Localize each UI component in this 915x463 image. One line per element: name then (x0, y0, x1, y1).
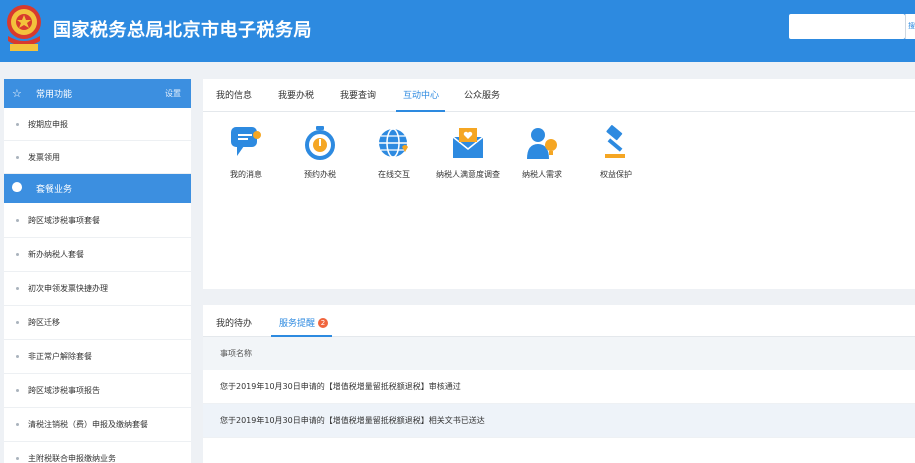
tab-service-reminders[interactable]: 服务提醒 2 (279, 316, 329, 329)
sidebar-item[interactable]: 跨区域涉税事项报告 (4, 374, 191, 408)
header-bar: 国家税务总局北京市电子税务局 搜 (0, 0, 915, 62)
sidebar-item[interactable]: 跨区域涉税事项套餐 (4, 203, 191, 238)
active-tab-indicator (271, 335, 332, 337)
tab-my-todo[interactable]: 我的待办 (216, 316, 252, 329)
sidebar-item[interactable]: 发票领用 (4, 141, 191, 174)
service-satisfaction-survey[interactable]: 纳税人满意度调查 (433, 125, 503, 181)
stopwatch-icon (305, 126, 335, 160)
table-header: 事项名称 (203, 337, 915, 370)
tab-label: 服务提醒 (279, 319, 316, 329)
sidebar-item[interactable]: 初次申领发票快捷办理 (4, 272, 191, 306)
sidebar: ☆ 常用功能 设置 按期应申报 发票领用 套餐业务 跨区域涉税事项套餐 新办纳税… (4, 79, 191, 463)
tab-tax-handling[interactable]: 我要办税 (278, 88, 314, 101)
sidebar-item-label: 初次申领发票快捷办理 (28, 284, 108, 293)
sidebar-item[interactable]: 新办纳税人套餐 (4, 238, 191, 272)
service-label: 纳税人需求 (522, 170, 562, 179)
search-button[interactable]: 搜 (905, 14, 915, 39)
table-row[interactable]: 您于2019年10月30日申请的【增值税增量留抵税额退税】审核通过 (203, 370, 915, 404)
bullet-icon (16, 155, 19, 159)
sidebar-section-label: 套餐业务 (36, 185, 73, 195)
sidebar-section-common[interactable]: ☆ 常用功能 设置 (4, 79, 191, 108)
sidebar-item-label: 新办纳税人套餐 (28, 250, 84, 259)
gavel-icon (605, 125, 625, 158)
tab-interaction-center[interactable]: 互动中心 (403, 88, 439, 101)
service-label: 权益保护 (600, 170, 632, 179)
tab-query[interactable]: 我要查询 (340, 88, 376, 101)
active-tab-indicator (396, 110, 445, 112)
service-appointment[interactable]: 预约办税 (285, 125, 355, 181)
person-idea-icon (527, 128, 557, 159)
bullet-icon (16, 253, 19, 256)
service-label: 我的消息 (230, 170, 262, 179)
reminder-count-badge: 2 (318, 318, 329, 328)
sidebar-item-label: 发票领用 (28, 152, 60, 162)
sidebar-item[interactable]: 非正常户解除套餐 (4, 340, 191, 374)
bullet-icon (16, 389, 19, 392)
star-icon: ☆ (12, 87, 22, 100)
sidebar-section-label: 常用功能 (36, 90, 73, 100)
message-icon (231, 127, 261, 156)
bullet-icon (16, 287, 19, 290)
bullet-icon (16, 355, 19, 358)
site-title: 国家税务总局北京市电子税务局 (53, 20, 312, 41)
sidebar-item-label: 跨区迁移 (28, 318, 60, 327)
sidebar-item-label: 清税注销税（费）申报及缴纳套餐 (28, 420, 148, 429)
search-input[interactable] (789, 14, 905, 39)
bullet-icon (16, 423, 19, 426)
bullet-icon (16, 122, 19, 126)
bullet-icon (16, 457, 19, 460)
tax-emblem-logo (7, 5, 41, 51)
main-tabs: 我的信息 我要办税 我要查询 互动中心 公众服务 (203, 79, 915, 112)
sidebar-item[interactable]: 清税注销税（费）申报及缴纳套餐 (4, 408, 191, 442)
bullet-icon (16, 321, 19, 324)
sidebar-item[interactable]: 跨区迁移 (4, 306, 191, 340)
service-label: 在线交互 (378, 170, 410, 179)
service-my-messages[interactable]: 我的消息 (211, 125, 281, 181)
sidebar-item-label: 按期应申报 (28, 119, 68, 129)
tasks-panel: 我的待办 服务提醒 2 事项名称 您于2019年10月30日申请的【增值税增量留抵… (203, 305, 915, 463)
task-tabs: 我的待办 服务提醒 2 (203, 305, 915, 337)
interaction-panel: 我的信息 我要办税 我要查询 互动中心 公众服务 我的消息 预约办税 在线交互 … (203, 79, 915, 289)
service-label: 纳税人满意度调查 (436, 170, 500, 179)
sidebar-item-label: 跨区域涉税事项报告 (28, 386, 100, 395)
sidebar-item-label: 非正常户解除套餐 (28, 352, 92, 361)
shield-icon (12, 182, 26, 195)
service-taxpayer-needs[interactable]: 纳税人需求 (507, 125, 577, 181)
survey-envelope-icon (452, 128, 484, 158)
sidebar-item[interactable]: 按期应申报 (4, 108, 191, 141)
table-row[interactable]: 您于2019年10月30日申请的【增值税增量留抵税额退税】相关文书已送达 (203, 404, 915, 438)
service-label: 预约办税 (304, 170, 336, 179)
settings-link[interactable]: 设置 (165, 88, 181, 99)
service-online-interaction[interactable]: 在线交互 (359, 125, 429, 181)
sidebar-item-label: 跨区域涉税事项套餐 (28, 215, 100, 225)
bullet-icon (16, 218, 19, 222)
tab-my-info[interactable]: 我的信息 (216, 88, 252, 101)
sidebar-item[interactable]: 主附税联合申报缴纳业务 (4, 442, 191, 463)
sidebar-item-label: 主附税联合申报缴纳业务 (28, 454, 116, 463)
sidebar-section-package[interactable]: 套餐业务 (4, 174, 191, 203)
globe-icon (379, 128, 408, 158)
tab-public-service[interactable]: 公众服务 (464, 88, 500, 101)
service-rights-protection[interactable]: 权益保护 (581, 125, 651, 181)
